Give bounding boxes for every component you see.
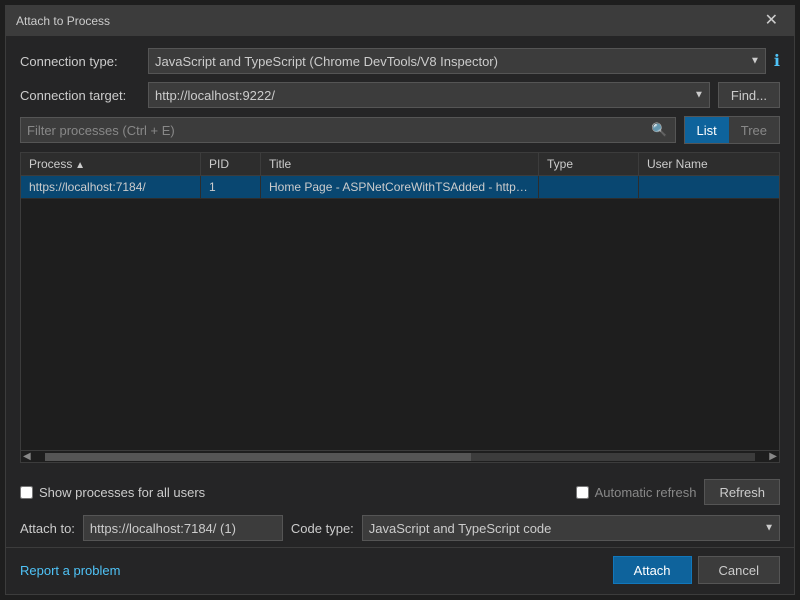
- table-body: https://localhost:7184/ 1 Home Page - AS…: [21, 176, 779, 450]
- view-toggle: List Tree: [684, 116, 780, 144]
- process-table: Process PID Title Type User Name https:/…: [20, 152, 780, 463]
- connection-target-select[interactable]: http://localhost:9222/: [148, 82, 710, 108]
- cancel-button[interactable]: Cancel: [698, 556, 780, 584]
- horizontal-scrollbar[interactable]: ◀ ▶: [21, 450, 779, 462]
- filter-row: 🔍 List Tree: [20, 116, 780, 144]
- cell-pid: 1: [201, 176, 261, 198]
- close-button[interactable]: ✕: [759, 11, 784, 31]
- attach-to-row: Attach to: Code type: JavaScript and Typ…: [6, 511, 794, 547]
- cell-process: https://localhost:7184/: [21, 176, 201, 198]
- scrollbar-thumb[interactable]: [45, 453, 471, 461]
- code-type-select[interactable]: JavaScript and TypeScript code: [362, 515, 780, 541]
- bottom-bar: Show processes for all users Automatic r…: [6, 473, 794, 511]
- show-all-users-checkbox[interactable]: [20, 486, 33, 499]
- code-type-select-wrapper: JavaScript and TypeScript code ▼: [362, 515, 780, 541]
- attach-button[interactable]: Attach: [613, 556, 692, 584]
- connection-type-row: Connection type: JavaScript and TypeScri…: [20, 48, 780, 74]
- connection-target-select-wrapper: http://localhost:9222/ ▼: [148, 82, 710, 108]
- auto-refresh-checkbox[interactable]: [576, 486, 589, 499]
- cell-username: [639, 176, 779, 198]
- cell-title: Home Page - ASPNetCoreWithTSAdded - http…: [261, 176, 539, 198]
- filter-input-wrapper: 🔍: [20, 117, 676, 143]
- show-all-users-checkbox-label[interactable]: Show processes for all users: [20, 485, 205, 500]
- col-header-username[interactable]: User Name: [639, 153, 779, 175]
- attach-to-input[interactable]: [83, 515, 283, 541]
- info-icon[interactable]: ℹ: [774, 51, 780, 71]
- auto-refresh-text: Automatic refresh: [595, 485, 697, 500]
- footer-row: Report a problem Attach Cancel: [6, 547, 794, 594]
- refresh-button[interactable]: Refresh: [704, 479, 780, 505]
- table-header: Process PID Title Type User Name: [21, 153, 779, 176]
- dialog-title: Attach to Process: [16, 14, 110, 28]
- auto-refresh-label[interactable]: Automatic refresh: [576, 485, 697, 500]
- cell-type: [539, 176, 639, 198]
- connection-type-select[interactable]: JavaScript and TypeScript (Chrome DevToo…: [148, 48, 766, 74]
- dialog-content: Connection type: JavaScript and TypeScri…: [6, 36, 794, 473]
- search-icon[interactable]: 🔍: [647, 122, 671, 138]
- attach-to-label: Attach to:: [20, 521, 75, 536]
- connection-target-label: Connection target:: [20, 88, 140, 103]
- connection-type-select-wrapper: JavaScript and TypeScript (Chrome DevToo…: [148, 48, 766, 74]
- tree-view-button[interactable]: Tree: [729, 117, 779, 143]
- connection-target-row: Connection target: http://localhost:9222…: [20, 82, 780, 108]
- code-type-label: Code type:: [291, 521, 354, 536]
- table-row[interactable]: https://localhost:7184/ 1 Home Page - AS…: [21, 176, 779, 199]
- col-header-type[interactable]: Type: [539, 153, 639, 175]
- scrollbar-track[interactable]: [45, 453, 756, 461]
- col-header-title[interactable]: Title: [261, 153, 539, 175]
- find-button[interactable]: Find...: [718, 82, 780, 108]
- col-header-pid[interactable]: PID: [201, 153, 261, 175]
- scroll-left-icon[interactable]: ◀: [21, 451, 33, 462]
- scroll-right-icon[interactable]: ▶: [767, 451, 779, 462]
- col-header-process[interactable]: Process: [21, 153, 201, 175]
- attach-to-process-dialog: Attach to Process ✕ Connection type: Jav…: [5, 5, 795, 595]
- report-problem-link[interactable]: Report a problem: [20, 563, 120, 578]
- show-all-users-label: Show processes for all users: [39, 485, 205, 500]
- filter-input[interactable]: [20, 117, 676, 143]
- list-view-button[interactable]: List: [685, 117, 729, 143]
- title-bar: Attach to Process ✕: [6, 6, 794, 36]
- connection-type-label: Connection type:: [20, 54, 140, 69]
